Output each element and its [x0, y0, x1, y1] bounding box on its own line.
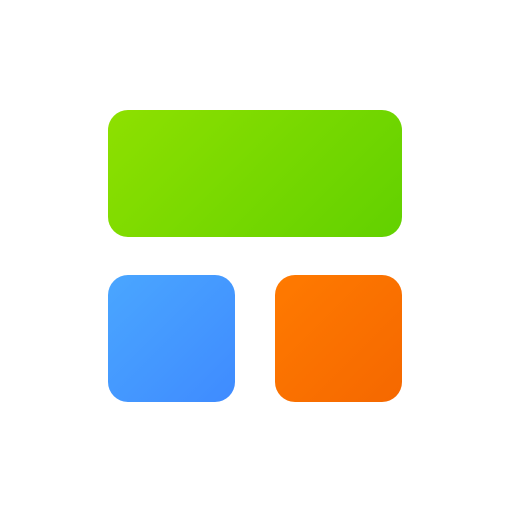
left-tile [108, 275, 235, 402]
wide-tile [108, 110, 402, 237]
right-tile [275, 275, 402, 402]
widget-grid-icon [0, 0, 512, 512]
